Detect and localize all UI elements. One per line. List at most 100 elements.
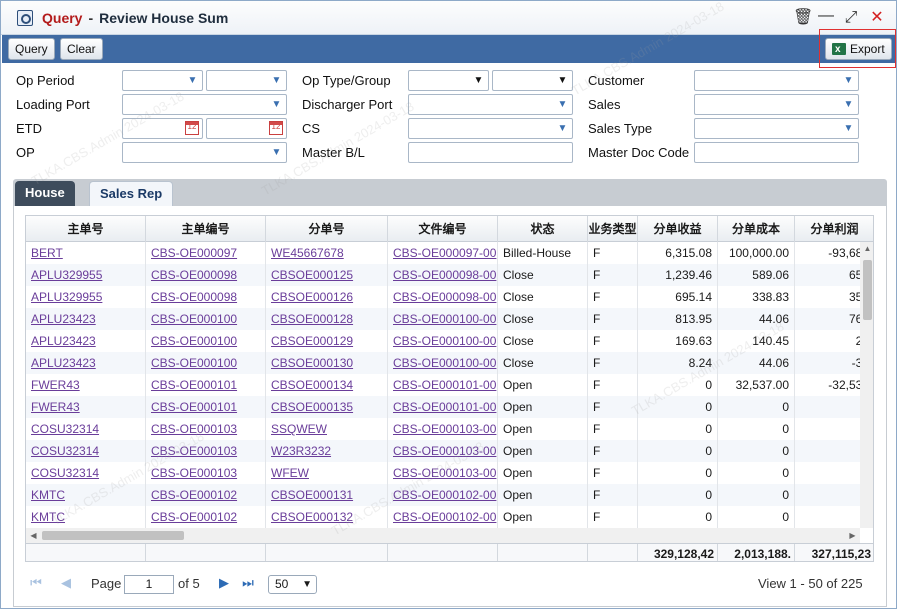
page-number-input[interactable]: 1: [124, 575, 174, 594]
cell-master-bl[interactable]: APLU23423: [26, 330, 146, 352]
cell-house-bl[interactable]: CBSOE000126: [266, 286, 388, 308]
cell-file-no[interactable]: CBS-OE000103-00: [388, 440, 498, 462]
tab-house[interactable]: House: [15, 181, 75, 206]
cell-house-bl[interactable]: CBSOE000135: [266, 396, 388, 418]
column-header-status[interactable]: 状态: [498, 216, 588, 242]
horizontal-scrollbar[interactable]: ◀ ▶: [26, 528, 860, 543]
cell-house-bl[interactable]: CBSOE000134: [266, 374, 388, 396]
cell-house-bl[interactable]: CBSOE000125: [266, 264, 388, 286]
cell-master-no[interactable]: CBS-OE000103: [146, 418, 266, 440]
column-header-house-cost[interactable]: 分单成本: [718, 216, 795, 242]
table-row[interactable]: APLU329955 CBS-OE000098 CBSOE000126 CBS-OE0…: [26, 286, 873, 308]
cell-file-no[interactable]: CBS-OE000103-00: [388, 462, 498, 484]
etd-end-date[interactable]: 12: [206, 118, 287, 139]
table-row[interactable]: COSU32314 CBS-OE000103 W23R3232 CBS-OE00010…: [26, 440, 873, 462]
cell-master-bl[interactable]: COSU32314: [26, 440, 146, 462]
cell-file-no[interactable]: CBS-OE000101-00: [388, 374, 498, 396]
table-row[interactable]: FWER43 CBS-OE000101 CBSOE000135 CBS-OE00010…: [26, 396, 873, 418]
cell-master-no[interactable]: CBS-OE000100: [146, 308, 266, 330]
cell-master-no[interactable]: CBS-OE000100: [146, 330, 266, 352]
op-select[interactable]: ▼: [122, 142, 287, 163]
calendar-icon[interactable]: 12: [185, 121, 199, 135]
cell-master-no[interactable]: CBS-OE000100: [146, 352, 266, 374]
table-row[interactable]: FWER43 CBS-OE000101 CBSOE000134 CBS-OE00010…: [26, 374, 873, 396]
table-row[interactable]: APLU23423 CBS-OE000100 CBSOE000129 CBS-OE00…: [26, 330, 873, 352]
scroll-right-icon[interactable]: ▶: [845, 531, 860, 540]
column-header-house-revenue[interactable]: 分单收益: [638, 216, 718, 242]
prev-page-icon[interactable]: ◀: [57, 574, 75, 592]
cell-master-no[interactable]: CBS-OE000102: [146, 506, 266, 528]
master-bl-input[interactable]: [408, 142, 573, 163]
cell-master-bl[interactable]: COSU32314: [26, 462, 146, 484]
column-header-master-no[interactable]: 主单编号: [146, 216, 266, 242]
cell-file-no[interactable]: CBS-OE000100-00: [388, 352, 498, 374]
vertical-scroll-thumb[interactable]: [863, 260, 872, 320]
cell-master-bl[interactable]: KMTC: [26, 484, 146, 506]
cell-house-bl[interactable]: CBSOE000132: [266, 506, 388, 528]
cell-file-no[interactable]: CBS-OE000103-00: [388, 418, 498, 440]
cell-master-bl[interactable]: FWER43: [26, 374, 146, 396]
customer-select[interactable]: ▼: [694, 70, 859, 91]
cell-master-bl[interactable]: APLU23423: [26, 352, 146, 374]
cell-master-no[interactable]: CBS-OE000098: [146, 264, 266, 286]
cell-master-bl[interactable]: APLU23423: [26, 308, 146, 330]
table-row[interactable]: KMTC CBS-OE000102 CBSOE000131 CBS-OE000102-…: [26, 484, 873, 506]
vertical-scrollbar[interactable]: ▲: [860, 242, 873, 528]
cell-master-no[interactable]: CBS-OE000102: [146, 484, 266, 506]
table-row[interactable]: APLU329955 CBS-OE000098 CBSOE000125 CBS-OE0…: [26, 264, 873, 286]
column-header-house-bl[interactable]: 分单号: [266, 216, 388, 242]
cell-file-no[interactable]: CBS-OE000100-00: [388, 308, 498, 330]
op-period-end-select[interactable]: ▼: [206, 70, 287, 91]
table-row[interactable]: COSU32314 CBS-OE000103 WFEW CBS-OE000103-00…: [26, 462, 873, 484]
cell-master-bl[interactable]: APLU329955: [26, 286, 146, 308]
cell-master-bl[interactable]: FWER43: [26, 396, 146, 418]
cell-master-no[interactable]: CBS-OE000097: [146, 242, 266, 264]
cell-master-bl[interactable]: KMTC: [26, 506, 146, 528]
cell-house-bl[interactable]: CBSOE000131: [266, 484, 388, 506]
cell-master-no[interactable]: CBS-OE000101: [146, 374, 266, 396]
close-icon[interactable]: ✕: [869, 10, 885, 26]
op-period-start-select[interactable]: ▼: [122, 70, 203, 91]
etd-start-date[interactable]: 12: [122, 118, 203, 139]
cell-house-bl[interactable]: WE45667678: [266, 242, 388, 264]
table-row[interactable]: BERT CBS-OE000097 WE45667678 CBS-OE000097-0…: [26, 242, 873, 264]
table-row[interactable]: APLU23423 CBS-OE000100 CBSOE000128 CBS-OE00…: [26, 308, 873, 330]
cell-master-bl[interactable]: BERT: [26, 242, 146, 264]
op-group-select[interactable]: ▼: [492, 70, 573, 91]
discharger-port-select[interactable]: ▼: [408, 94, 573, 115]
cell-master-no[interactable]: CBS-OE000098: [146, 286, 266, 308]
cell-file-no[interactable]: CBS-OE000097-00: [388, 242, 498, 264]
cell-house-bl[interactable]: CBSOE000129: [266, 330, 388, 352]
cell-master-no[interactable]: CBS-OE000103: [146, 462, 266, 484]
calendar-icon[interactable]: 12: [269, 121, 283, 135]
table-row[interactable]: COSU32314 CBS-OE000103 SSQWEW CBS-OE000103-…: [26, 418, 873, 440]
cs-select[interactable]: ▼: [408, 118, 573, 139]
last-page-icon[interactable]: ⏭: [239, 574, 257, 592]
cell-file-no[interactable]: CBS-OE000098-00: [388, 264, 498, 286]
column-header-file-no[interactable]: 文件编号: [388, 216, 498, 242]
cell-house-bl[interactable]: WFEW: [266, 462, 388, 484]
column-header-house-profit[interactable]: 分单利润: [795, 216, 873, 242]
clear-button[interactable]: Clear: [60, 38, 103, 60]
first-page-icon[interactable]: ⏮: [27, 574, 45, 592]
sales-type-select[interactable]: ▼: [694, 118, 859, 139]
cell-file-no[interactable]: CBS-OE000100-00: [388, 330, 498, 352]
cell-house-bl[interactable]: CBSOE000128: [266, 308, 388, 330]
sales-select[interactable]: ▼: [694, 94, 859, 115]
scroll-up-icon[interactable]: ▲: [860, 244, 873, 253]
cell-master-no[interactable]: CBS-OE000101: [146, 396, 266, 418]
cell-house-bl[interactable]: CBSOE000130: [266, 352, 388, 374]
table-row[interactable]: APLU23423 CBS-OE000100 CBSOE000130 CBS-OE00…: [26, 352, 873, 374]
cell-house-bl[interactable]: SSQWEW: [266, 418, 388, 440]
master-doc-code-input[interactable]: [694, 142, 859, 163]
tab-sales-rep[interactable]: Sales Rep: [89, 181, 174, 206]
page-size-select[interactable]: 50 ▼: [268, 575, 317, 594]
cell-master-bl[interactable]: APLU329955: [26, 264, 146, 286]
maximize-icon[interactable]: ⤢: [843, 10, 859, 26]
op-type-select[interactable]: ▼: [408, 70, 489, 91]
table-row[interactable]: KMTC CBS-OE000102 CBSOE000132 CBS-OE000102-…: [26, 506, 873, 528]
minimize-icon[interactable]: —: [818, 8, 834, 24]
cell-file-no[interactable]: CBS-OE000102-00: [388, 484, 498, 506]
cell-house-bl[interactable]: W23R3232: [266, 440, 388, 462]
cell-file-no[interactable]: CBS-OE000102-00: [388, 506, 498, 528]
